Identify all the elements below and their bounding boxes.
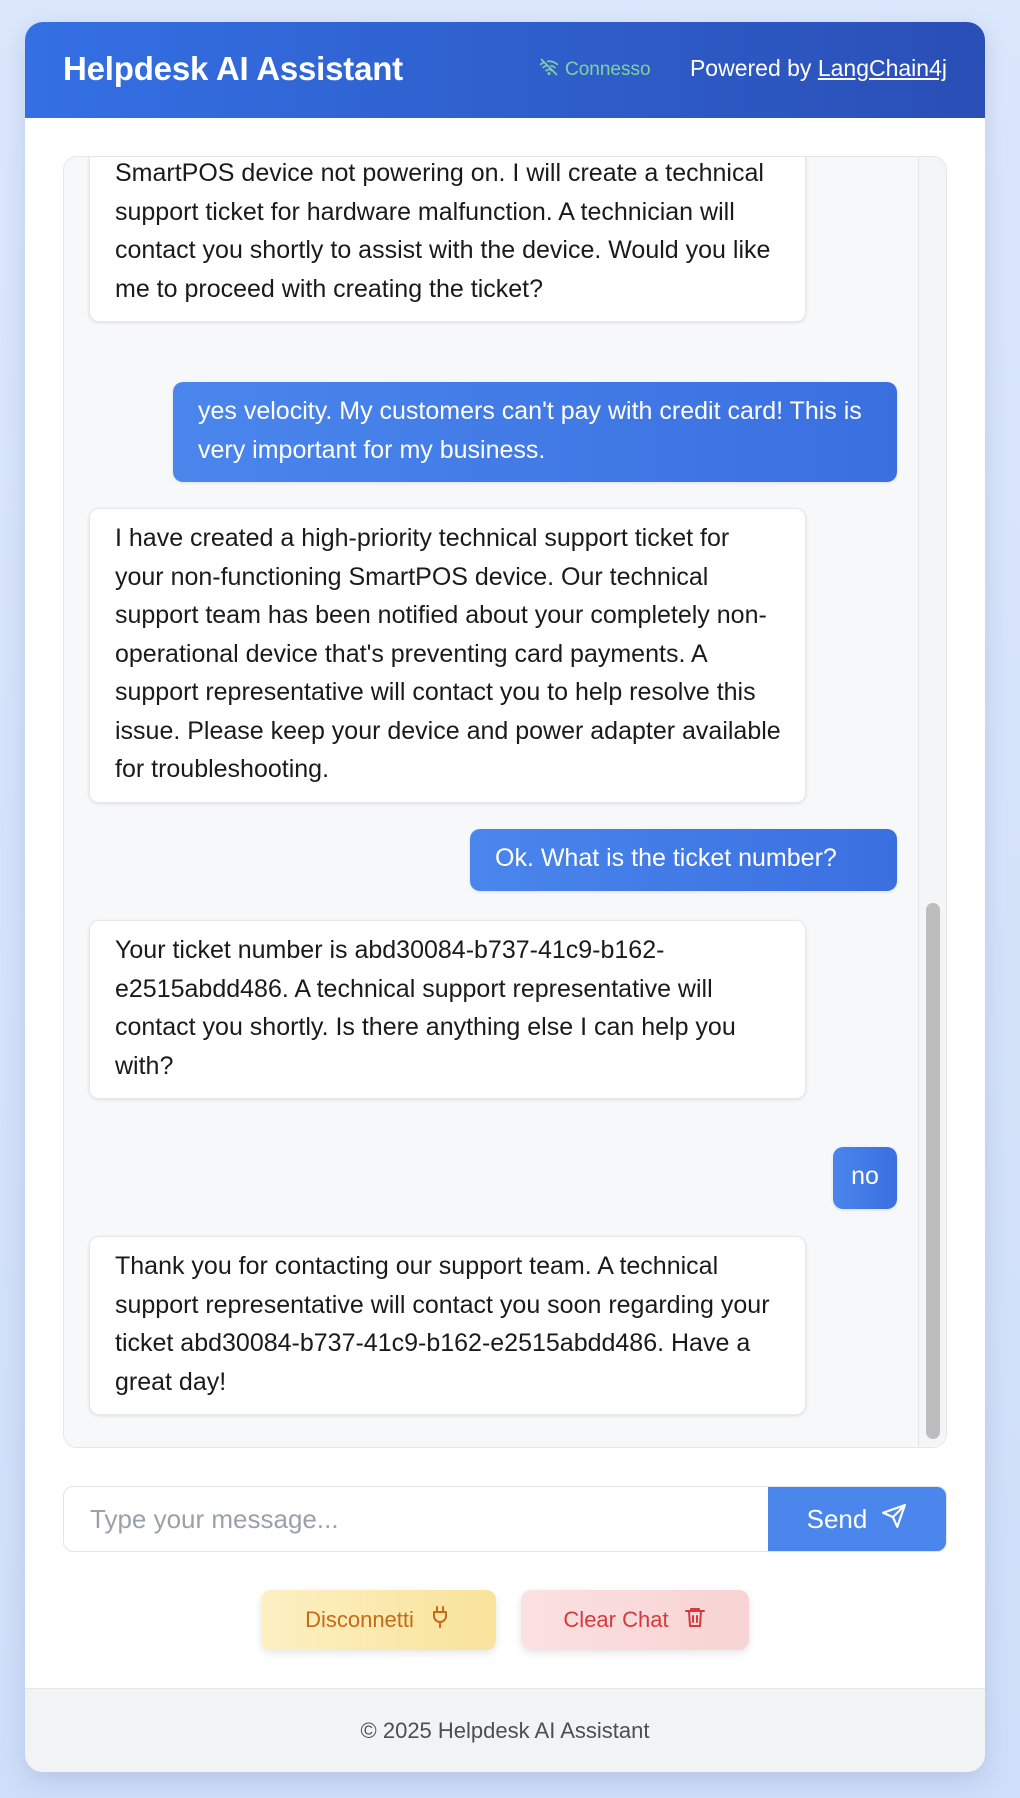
footer-copyright: © 2025 Helpdesk AI Assistant <box>360 1717 650 1743</box>
chat-card: Helpdesk AI Assistant Connesso Powered b… <box>25 22 985 1772</box>
connection-status: Connesso <box>539 57 651 83</box>
assistant-message: Thank you for contacting our support tea… <box>89 1236 806 1415</box>
status-label: Connesso <box>565 59 651 80</box>
app-header: Helpdesk AI Assistant Connesso Powered b… <box>25 22 985 118</box>
chat-scrollbar[interactable] <box>918 157 946 1447</box>
user-message: no <box>833 1147 897 1209</box>
disconnect-button-label: Disconnetti <box>305 1607 414 1632</box>
langchain4j-link[interactable]: LangChain4j <box>818 55 947 81</box>
send-button-label: Send <box>806 1503 868 1534</box>
app-title: Helpdesk AI Assistant <box>63 50 403 87</box>
chat-messages[interactable]: SmartPOS device not powering on. I will … <box>63 156 947 1448</box>
send-button[interactable]: Send <box>768 1487 946 1551</box>
powered-by: Powered by LangChain4j <box>690 55 947 82</box>
assistant-message: I have created a high-priority technical… <box>89 508 806 803</box>
send-icon <box>881 1503 907 1536</box>
page-footer: © 2025 Helpdesk AI Assistant <box>25 1688 985 1772</box>
disconnect-button[interactable]: Disconnetti <box>261 1590 496 1650</box>
clear-chat-button-label: Clear Chat <box>563 1607 669 1632</box>
trash-icon <box>683 1605 707 1635</box>
powered-by-label: Powered by <box>689 55 812 81</box>
assistant-message: SmartPOS device not powering on. I will … <box>89 157 806 322</box>
message-input[interactable] <box>64 1487 768 1551</box>
assistant-message: Your ticket number is abd30084-b737-41c9… <box>89 920 806 1099</box>
user-message: yes velocity. My customers can't pay wit… <box>173 382 897 482</box>
wifi-off-icon <box>539 57 559 83</box>
plug-icon <box>428 1605 452 1635</box>
clear-chat-button[interactable]: Clear Chat <box>521 1590 749 1650</box>
scrollbar-thumb[interactable] <box>926 903 940 1439</box>
message-composer: Send <box>63 1486 947 1552</box>
user-message: Ok. What is the ticket number? <box>470 829 897 891</box>
